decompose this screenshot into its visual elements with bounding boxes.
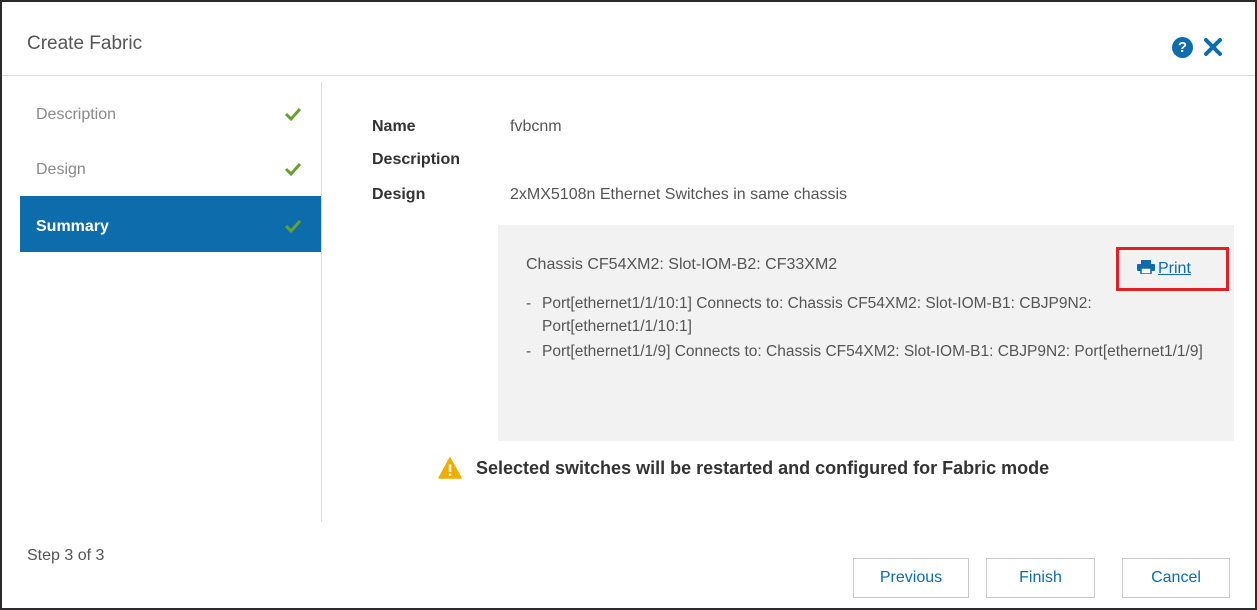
print-link[interactable]: Print: [1137, 260, 1191, 278]
checkmark-icon: [284, 161, 302, 177]
cancel-button[interactable]: Cancel: [1122, 558, 1230, 598]
summary-content: Name fvbcnm Description Design 2xMX5108n…: [322, 82, 1252, 522]
close-icon[interactable]: [1200, 34, 1226, 60]
name-label: Name: [372, 118, 416, 135]
previous-button[interactable]: Previous: [853, 558, 969, 598]
step-counter: Step 3 of 3: [27, 547, 105, 564]
print-label: Print: [1158, 260, 1191, 277]
step-label: Summary: [36, 218, 109, 235]
warning-message: Selected switches will be restarted and …: [438, 454, 1049, 482]
step-summary[interactable]: Summary: [20, 196, 321, 252]
connection-text: Port[ethernet1/1/9] Connects to: Chassis…: [542, 343, 1203, 360]
printer-icon: [1137, 260, 1155, 275]
checkmark-icon: [284, 106, 302, 122]
step-description[interactable]: Description: [20, 84, 321, 140]
finish-button[interactable]: Finish: [986, 558, 1095, 598]
checkmark-icon: [284, 218, 302, 234]
print-link-highlight[interactable]: Print: [1116, 247, 1229, 291]
warning-icon: [438, 457, 462, 479]
connection-item: - Port[ethernet1/1/10:1] Connects to: Ch…: [526, 292, 1216, 338]
help-icon[interactable]: ?: [1172, 37, 1193, 58]
design-value: 2xMX5108n Ethernet Switches in same chas…: [510, 186, 848, 203]
name-value: fvbcnm: [510, 118, 562, 135]
description-label: Description: [372, 151, 461, 168]
dialog-title: Create Fabric: [27, 33, 143, 54]
connection-text: Port[ethernet1/1/10:1] Connects to: Chas…: [542, 295, 1092, 335]
step-label: Description: [36, 106, 117, 123]
connection-item: - Port[ethernet1/1/9] Connects to: Chass…: [526, 340, 1216, 363]
chassis-line: Chassis CF54XM2: Slot-IOM-B2: CF33XM2: [526, 256, 838, 273]
wizard-steps-sidebar: Description Design Summary: [20, 82, 322, 522]
create-fabric-dialog: Create Fabric ? Description Design Summa…: [0, 0, 1257, 610]
step-label: Design: [36, 161, 86, 178]
design-label: Design: [372, 186, 426, 203]
warning-text: Selected switches will be restarted and …: [476, 457, 1050, 478]
step-design[interactable]: Design: [20, 139, 321, 195]
connections-panel: Chassis CF54XM2: Slot-IOM-B2: CF33XM2 - …: [498, 225, 1234, 441]
dialog-header: Create Fabric ?: [2, 2, 1255, 76]
